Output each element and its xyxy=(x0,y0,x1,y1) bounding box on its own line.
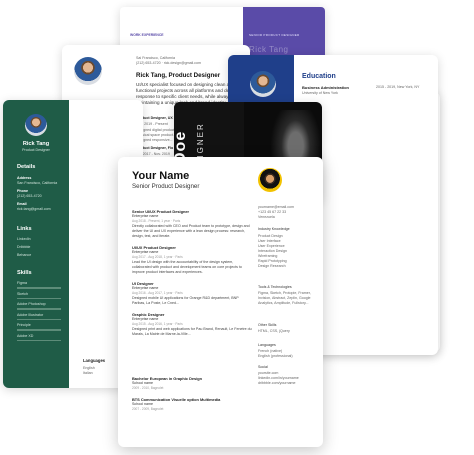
experience-item: Senior UI/UX Product Designer Enterprise … xyxy=(132,209,252,239)
experience-item: UI Designer Enterprise name Aug 2016 - Aug… xyxy=(132,281,252,306)
front-contact-list: yourname@email.com +123 45 67 22 33 Venezu… xyxy=(258,205,320,220)
green-link-item: Behance xyxy=(17,253,32,257)
experience-desc: Designed print and web applications for … xyxy=(132,327,252,336)
experience-item: Graphic Designer Enterprise name Aug 2015 … xyxy=(132,312,252,337)
front-other: HTML, CSS, jQuery xyxy=(258,329,290,333)
education-dates: 2007 - 2009, Bagnolet xyxy=(132,407,164,411)
experience-desc: Lead the UI design with the accountabili… xyxy=(132,260,242,274)
education-dates: 2015 - 2019, New York, NY xyxy=(376,85,420,89)
green-languages-footer: Languages xyxy=(83,358,106,363)
green-skill-bar xyxy=(17,297,61,299)
green-skill-bar xyxy=(17,329,61,331)
education-avatar xyxy=(250,71,276,97)
green-details-header: Details xyxy=(17,164,36,170)
social-item: dribbble.com/yourname xyxy=(258,381,296,385)
green-avatar xyxy=(25,114,47,136)
mid-avatar xyxy=(74,57,102,85)
top-card-header-left: WORK EXPERIENCE xyxy=(130,33,164,37)
green-phone-value: (212) 653-4720 xyxy=(17,194,42,198)
green-skill-bar xyxy=(17,287,61,289)
resume-card-front: Your Name Senior Product Designer Senior… xyxy=(118,157,323,447)
front-name: Your Name xyxy=(132,170,190,182)
knowledge-item: Design Research xyxy=(258,264,286,268)
front-social-list: yoursite.com linkedin.com/in/yourname drib… xyxy=(258,371,299,386)
front-tools: Figma, Sketch, Protopie, Framer, Invisio… xyxy=(258,291,311,305)
resume-collage: 2015 - 2019, New York, NY2015 - 2019, Ne… xyxy=(0,0,474,455)
front-knowledge-header: Industry Knowledge xyxy=(258,227,290,231)
language-item: English (professional) xyxy=(258,354,293,358)
education-title: Education xyxy=(302,73,336,80)
green-link-item: LinkedIn xyxy=(17,237,31,241)
contact-item: Venezuela xyxy=(258,215,275,219)
green-skill-bar xyxy=(17,339,61,341)
education-degree: Business Administration xyxy=(302,85,349,90)
front-knowledge-list: Product Design User Interface User Experie… xyxy=(258,234,287,269)
front-social-header: Social xyxy=(258,365,268,369)
green-address-value: San Francisco, California xyxy=(17,181,58,185)
front-education-list: Bachelor European in Graphic Design Schoo… xyxy=(132,376,252,418)
front-tools-header: Tools & Technologies xyxy=(258,285,292,289)
front-experience-list: Senior UI/UX Product Designer Enterprise … xyxy=(132,209,252,343)
front-languages-list: French (native) English (professional) xyxy=(258,349,293,359)
front-avatar xyxy=(258,168,282,192)
front-title: Senior Product Designer xyxy=(132,183,200,190)
green-link-item: Dribbble xyxy=(17,245,31,249)
green-skills-list: Figma Sketch Adobe Photoshop Adobe Illustra… xyxy=(17,281,61,344)
green-skill-label: Sketch xyxy=(17,291,28,296)
green-languages-list: English Italian xyxy=(83,366,95,376)
experience-item: UI/UX Product Designer Enterprise name Aug… xyxy=(132,245,252,275)
green-links-header: Links xyxy=(17,226,32,232)
top-card-name-ghost: Rick Tang xyxy=(249,45,289,54)
education-item: Bachelor European in Graphic Design Schoo… xyxy=(132,376,252,391)
green-links-list: LinkedIn Dribbble Behance xyxy=(17,237,31,261)
green-email-value: rick.tang@gmail.com xyxy=(17,207,51,211)
green-name: Rick Tang xyxy=(22,141,50,147)
education-school: University of New York xyxy=(302,91,338,95)
green-skill-label: Figma xyxy=(17,281,27,285)
mid-name-title: Rick Tang, Product Designer xyxy=(136,72,221,79)
green-sidebar: Rick Tang Product Designer Details Addre… xyxy=(3,100,69,388)
green-skill-bar xyxy=(17,308,61,310)
green-skill-label: Adobe Photoshop xyxy=(17,302,46,306)
front-lang-header: Languages xyxy=(258,343,276,347)
education-dates: 2009 - 2010, Bagnolet xyxy=(132,386,164,390)
green-skills-header: Skills xyxy=(17,270,32,276)
front-other-header: Other Skills xyxy=(258,323,277,327)
green-title: Product Designer xyxy=(22,148,50,152)
education-item: BTS Communication Visuelle option Multim… xyxy=(132,397,252,412)
experience-desc: Designed mobile UI applications for Oran… xyxy=(132,296,239,305)
green-skill-label: Principle xyxy=(17,323,31,327)
green-skill-bar xyxy=(17,318,61,320)
green-skill-label: Adobe XD xyxy=(17,333,34,338)
experience-desc: Directly collaborated with CEO and Produ… xyxy=(132,224,250,238)
green-skill-label: Adobe Illustrator xyxy=(17,312,44,317)
top-card-header-right: SENIOR PRODUCT DESIGNER xyxy=(249,33,300,37)
green-language-item: Italian xyxy=(83,371,93,375)
